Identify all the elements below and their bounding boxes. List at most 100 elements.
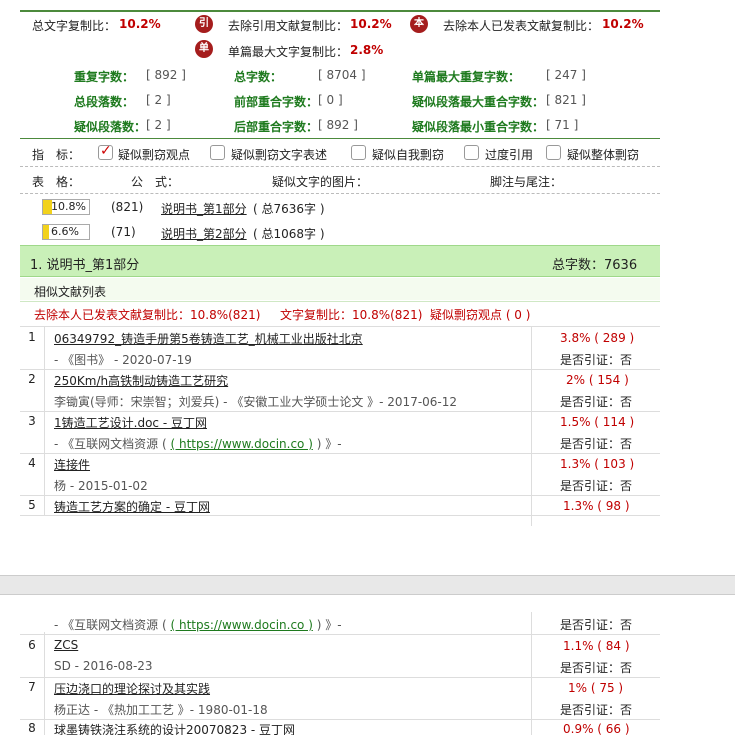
doc-6-pct: 1.1% ( 84 ) xyxy=(563,639,630,653)
part-1-total: ( 总7636字 ) xyxy=(253,202,325,216)
indicator-checkbox-4[interactable] xyxy=(546,145,561,160)
list-title-divider xyxy=(20,301,660,302)
doc-2-divider xyxy=(20,411,660,412)
indicator-label-1: 疑似剽窃文字表述 xyxy=(231,148,328,162)
formula-label: 公 式： xyxy=(131,175,180,189)
single-max-repeat-value: [ 247 ] xyxy=(546,68,586,82)
sim-para-max-value: [ 821 ] xyxy=(546,93,586,107)
total-copy-label: 总文字复制比： xyxy=(32,19,117,33)
list-title: 相似文献列表 xyxy=(34,285,107,299)
indicator-checkbox-0[interactable] xyxy=(98,143,113,160)
indicator-checkbox-1[interactable] xyxy=(210,145,225,160)
total-chars-label: 总字数： xyxy=(234,70,283,84)
cite-icon: 引 xyxy=(195,15,213,33)
sim-para-min-value: [ 71 ] xyxy=(546,118,579,132)
p2-pct-col xyxy=(531,612,532,735)
doc-3-meta-link[interactable]: ( https://www.docin.co ) xyxy=(170,437,312,451)
part-2-pct-fill xyxy=(43,225,49,239)
stats-divider xyxy=(20,138,660,139)
doc-8-title[interactable]: 球墨铸铁浇注系统的设计20070823 - 豆丁网 xyxy=(54,721,295,735)
doc-6-divider xyxy=(20,677,660,678)
doc-4-divider xyxy=(20,495,660,496)
repeat-chars-value: [ 892 ] xyxy=(146,68,186,82)
indicator-label-0: 疑似剽窃观点 xyxy=(118,148,191,162)
doc-list-pct-col xyxy=(531,326,532,526)
doc-4-num: 4 xyxy=(28,456,36,470)
doc-6-num: 6 xyxy=(28,638,36,652)
back-overlap-value: [ 892 ] xyxy=(318,118,358,132)
doc-3-meta-head: - 《互联网文档资源 ( xyxy=(54,437,171,451)
part-2-pct-bar: 6.6% xyxy=(42,224,90,240)
doc-2-num: 2 xyxy=(28,372,36,386)
part-1-pct: 10.8% xyxy=(51,200,86,213)
doc-7-divider xyxy=(20,719,660,720)
p2-cont-divider xyxy=(20,634,660,635)
sim-para-max-label: 疑似段落最大重合字数： xyxy=(412,95,545,109)
doc-1-divider xyxy=(20,369,660,370)
self-icon: 本 xyxy=(410,15,428,33)
p2-cont-cite: 是否引证：否 xyxy=(560,618,633,632)
doc-5-num: 5 xyxy=(28,498,36,512)
indicator-label-2: 疑似自我剽窃 xyxy=(372,148,445,162)
top-border xyxy=(20,10,660,12)
sim-paras-value: [ 2 ] xyxy=(146,118,171,132)
back-overlap-label: 后部重合字数： xyxy=(234,120,319,134)
sim-paras-label: 疑似段落数： xyxy=(74,120,147,134)
doc-8-num: 8 xyxy=(28,721,36,735)
footnotes-label: 脚注与尾注： xyxy=(490,175,563,189)
doc-list-top-line xyxy=(20,326,660,327)
total-chars-value: [ 8704 ] xyxy=(318,68,366,82)
doc-6-cite: 是否引证：否 xyxy=(560,661,633,675)
doc-7-title[interactable]: 压边浇口的理论探讨及其实践 xyxy=(54,680,210,697)
part-1-link[interactable]: 说明书_第1部分 xyxy=(161,200,247,217)
indicators-divider xyxy=(20,166,660,167)
p2-cont-meta-link[interactable]: ( https://www.docin.co ) xyxy=(170,618,312,632)
doc-4-title[interactable]: 连接件 xyxy=(54,456,90,473)
excl-cite-label: 去除引用文献复制比： xyxy=(228,19,349,33)
indicator-checkbox-2[interactable] xyxy=(351,145,366,160)
front-overlap-value: [ 0 ] xyxy=(318,93,343,107)
images-label: 疑似文字的图片： xyxy=(272,175,369,189)
doc-5-pct: 1.3% ( 98 ) xyxy=(563,499,630,513)
part-2-pct: 6.6% xyxy=(51,225,79,238)
total-paras-value: [ 2 ] xyxy=(146,93,171,107)
doc-7-pct: 1% ( 75 ) xyxy=(568,681,624,695)
section-title: 1. 说明书_第1部分 xyxy=(30,258,140,273)
doc-4-cite: 是否引证：否 xyxy=(560,479,633,493)
doc-8-pct: 0.9% ( 66 ) xyxy=(563,722,630,735)
tables-label: 表 格： xyxy=(32,175,81,189)
excl-self-value: 10.2% xyxy=(602,17,644,31)
doc-1-title[interactable]: 06349792_铸造手册第5卷铸造工艺_机械工业出版社北京 xyxy=(54,330,363,347)
doc-3-num: 3 xyxy=(28,414,36,428)
doc-3-meta-tail: ) 》- xyxy=(312,437,342,451)
excl-cite-value: 10.2% xyxy=(350,17,392,31)
part-2-total: ( 总1068字 ) xyxy=(253,227,325,241)
p2-cont-meta: - 《互联网文档资源 ( ( https://www.docin.co ) ) … xyxy=(54,616,342,633)
single-max-value: 2.8% xyxy=(350,43,384,57)
doc-3-meta: - 《互联网文档资源 ( ( https://www.docin.co ) ) … xyxy=(54,435,342,452)
doc-6-meta: SD - 2016-08-23 xyxy=(54,659,153,673)
doc-6-title[interactable]: ZCS xyxy=(54,638,78,652)
page-break xyxy=(0,575,735,595)
doc-3-title[interactable]: 1铸造工艺设计.doc - 豆丁网 xyxy=(54,414,207,431)
doc-7-cite: 是否引证：否 xyxy=(560,703,633,717)
doc-2-pct: 2% ( 154 ) xyxy=(566,373,629,387)
doc-2-title[interactable]: 250Km/h高铁制动铸造工艺研究 xyxy=(54,372,228,389)
section-total: 总字数：7636 xyxy=(552,258,638,273)
doc-4-meta: 杨 - 2015-01-02 xyxy=(54,479,148,493)
doc-7-num: 7 xyxy=(28,680,36,694)
doc-3-divider xyxy=(20,453,660,454)
single-max-repeat-label: 单篇最大重复字数： xyxy=(412,70,521,84)
indicator-checkbox-3[interactable] xyxy=(464,145,479,160)
doc-3-cite: 是否引证：否 xyxy=(560,437,633,451)
doc-7-meta: 杨正达 - 《热加工工艺 》- 1980-01-18 xyxy=(54,703,268,717)
indicator-label-4: 疑似整体剽窃 xyxy=(567,148,640,162)
doc-1-num: 1 xyxy=(28,330,36,344)
stat-copy: 文字复制比：10.8%(821) xyxy=(280,308,423,322)
doc-3-pct: 1.5% ( 114 ) xyxy=(560,415,635,429)
repeat-chars-label: 重复字数： xyxy=(74,70,135,84)
part-2-link[interactable]: 说明书_第2部分 xyxy=(161,225,247,242)
single-icon: 单 xyxy=(195,40,213,58)
doc-5-title[interactable]: 铸造工艺方案的确定 - 豆丁网 xyxy=(54,498,210,515)
doc-1-cite: 是否引证：否 xyxy=(560,353,633,367)
